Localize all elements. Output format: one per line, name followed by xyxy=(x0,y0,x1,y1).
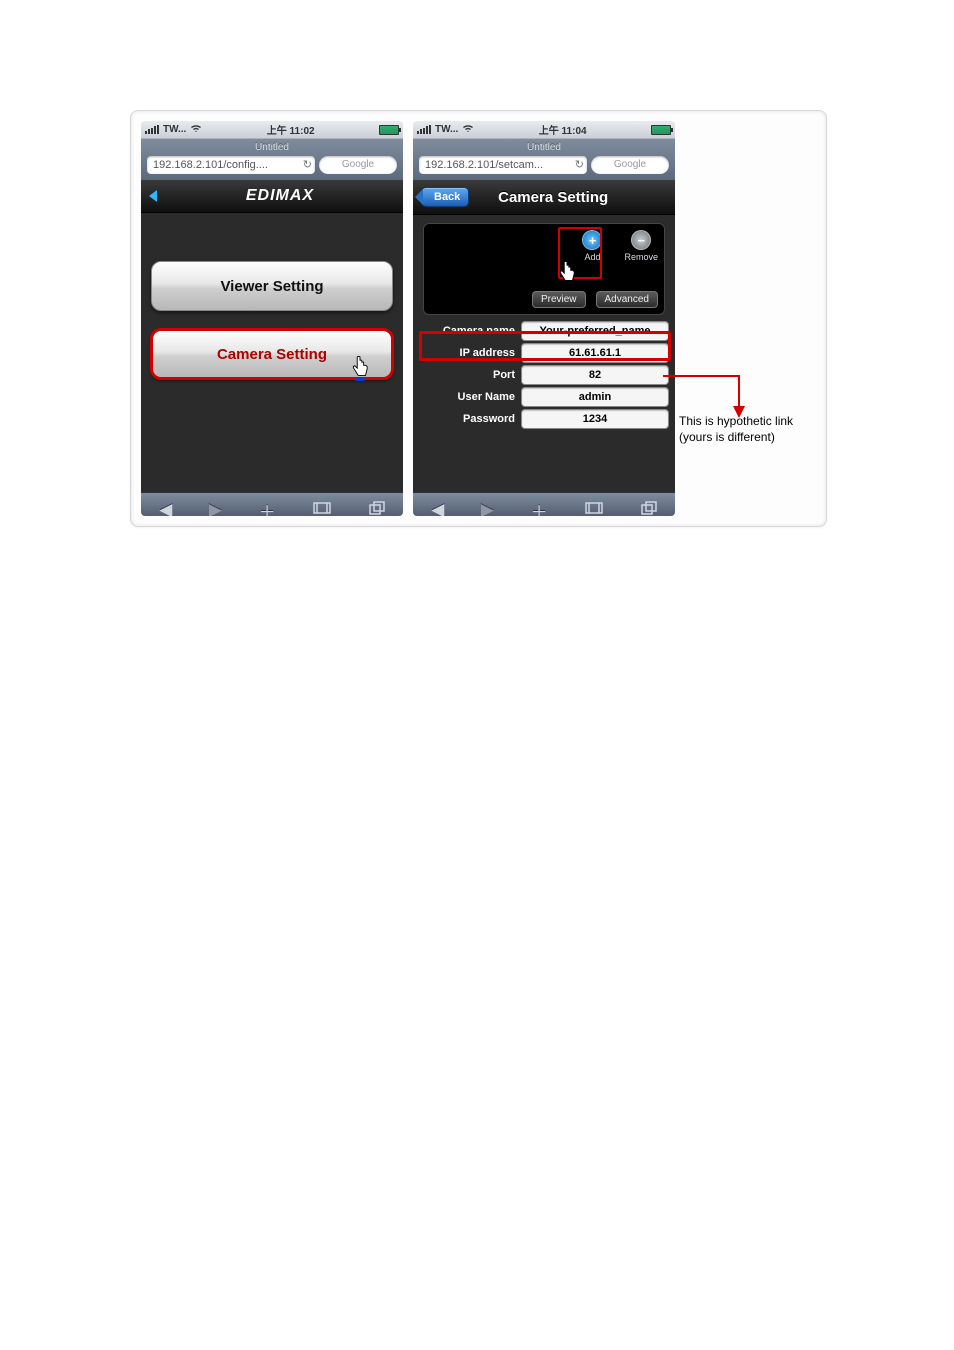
preview-button[interactable]: Preview xyxy=(532,291,586,308)
figure-container: TW... 上午 11:02 Untitled 192.168.2.101/co… xyxy=(130,110,827,527)
wifi-icon xyxy=(190,123,202,136)
annotation-line2: (yours is different) xyxy=(679,430,775,444)
page-content-left: EDIMAX Viewer Setting Camera Setting xyxy=(141,180,403,492)
page-header: Back Camera Setting xyxy=(413,180,675,215)
nav-back-icon[interactable]: ◀ xyxy=(431,500,444,516)
annotation-text: This is hypothetic link (yours is differ… xyxy=(679,414,819,445)
username-label: User Name xyxy=(419,391,521,403)
username-input[interactable]: admin xyxy=(521,387,669,407)
minus-icon: − xyxy=(631,230,651,250)
status-bar: TW... 上午 11:04 xyxy=(413,121,675,139)
battery-icon xyxy=(379,125,399,135)
brand-label: EDIMAX xyxy=(165,187,395,205)
row-port: Port 82 xyxy=(419,365,669,385)
status-time: 上午 11:04 xyxy=(539,122,587,137)
remove-label: Remove xyxy=(624,252,658,262)
search-field[interactable]: Google xyxy=(319,156,397,174)
phone-left: TW... 上午 11:02 Untitled 192.168.2.101/co… xyxy=(141,121,403,516)
back-button[interactable]: Back xyxy=(421,187,469,207)
nav-tabs-icon[interactable] xyxy=(369,500,385,516)
search-field[interactable]: Google xyxy=(591,156,669,174)
battery-icon xyxy=(651,125,671,135)
port-label: Port xyxy=(419,369,521,381)
remove-button[interactable]: − Remove xyxy=(624,230,658,262)
nav-forward-icon[interactable]: ▶ xyxy=(209,500,222,516)
status-bar: TW... 上午 11:02 xyxy=(141,121,403,139)
refresh-icon[interactable]: ↻ xyxy=(303,158,312,171)
nav-add-icon[interactable]: ＋ xyxy=(259,498,276,517)
password-label: Password xyxy=(419,413,521,425)
browser-urlbar: Untitled 192.168.2.101/setcam... ↻ Googl… xyxy=(413,139,675,180)
page-title: Camera Setting xyxy=(439,189,667,206)
nav-bookmarks-icon[interactable] xyxy=(312,500,332,516)
url-text: 192.168.2.101/setcam... xyxy=(425,159,543,171)
phone-right: TW... 上午 11:04 Untitled 192.168.2.101/se… xyxy=(413,121,675,516)
browser-toolbar: ◀ ▶ ＋ xyxy=(141,492,403,516)
row-username: User Name admin xyxy=(419,387,669,407)
annotation-line1: This is hypothetic link xyxy=(679,414,793,428)
signal-icon xyxy=(145,125,159,134)
nav-back-icon[interactable]: ◀ xyxy=(159,500,172,516)
refresh-icon[interactable]: ↻ xyxy=(575,158,584,171)
port-input[interactable]: 82 xyxy=(521,365,669,385)
row-password: Password 1234 xyxy=(419,409,669,429)
status-time: 上午 11:02 xyxy=(267,122,315,137)
page-content-right: Back Camera Setting + Add − Remove Previ… xyxy=(413,180,675,492)
viewer-setting-button[interactable]: Viewer Setting xyxy=(151,261,393,311)
signal-icon xyxy=(417,125,431,134)
nav-bookmarks-icon[interactable] xyxy=(584,500,604,516)
carrier-label: TW... xyxy=(163,124,186,135)
brand-header: EDIMAX xyxy=(141,180,403,213)
nav-add-icon[interactable]: ＋ xyxy=(531,498,548,517)
cursor-icon xyxy=(556,260,578,288)
url-field[interactable]: 192.168.2.101/config.... ↻ xyxy=(147,156,315,174)
carrier-label: TW... xyxy=(435,124,458,135)
url-field[interactable]: 192.168.2.101/setcam... ↻ xyxy=(419,156,587,174)
tab-title: Untitled xyxy=(419,142,669,153)
advanced-button[interactable]: Advanced xyxy=(596,291,658,308)
browser-urlbar: Untitled 192.168.2.101/config.... ↻ Goog… xyxy=(141,139,403,180)
preview-panel: + Add − Remove Preview Advanced xyxy=(423,223,665,315)
cursor-icon xyxy=(349,355,371,383)
url-text: 192.168.2.101/config.... xyxy=(153,159,268,171)
password-input[interactable]: 1234 xyxy=(521,409,669,429)
nav-tabs-icon[interactable] xyxy=(641,500,657,516)
back-icon[interactable] xyxy=(149,190,157,202)
wifi-icon xyxy=(462,123,474,136)
browser-toolbar: ◀ ▶ ＋ xyxy=(413,492,675,516)
tab-title: Untitled xyxy=(147,142,397,153)
nav-forward-icon[interactable]: ▶ xyxy=(481,500,494,516)
ip-highlight-box xyxy=(419,331,671,361)
